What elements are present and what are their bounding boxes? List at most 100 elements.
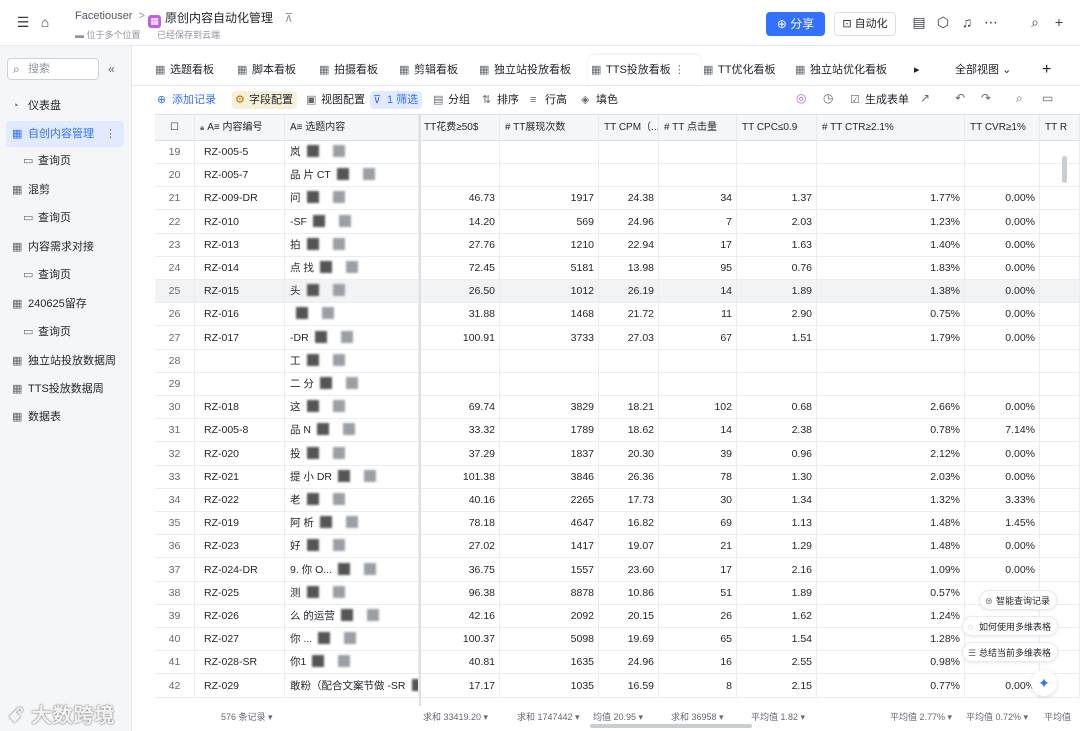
table-row[interactable]: 25 RZ-015 头 26.50 1012 26.19 14 1.89 1.38% 0.00% <box>155 280 1080 304</box>
row-index[interactable]: 41 <box>155 651 195 675</box>
metric-cell-ctr[interactable]: 2.66% <box>817 396 965 420</box>
metric-cell-cpm[interactable]: 22.94 <box>599 233 659 257</box>
metric-cell-cpm[interactable]: 24.96 <box>599 210 659 234</box>
metric-cell-overflow[interactable] <box>1040 303 1080 327</box>
content-id-cell[interactable]: RZ-029 <box>195 674 285 698</box>
comment-icon[interactable]: ▭ <box>1042 91 1053 105</box>
topic-content-cell[interactable]: 么 的运营 <box>285 605 419 628</box>
footer-sum-impressions[interactable]: 求和 1747442 ▾ <box>517 710 580 723</box>
metric-cell-spend[interactable]: 100.37 <box>419 628 500 652</box>
metric-cell-overflow[interactable] <box>1040 164 1080 188</box>
content-id-cell[interactable]: RZ-026 <box>195 605 285 628</box>
column-header[interactable]: TT R <box>1040 115 1080 141</box>
sidebar-search-input[interactable]: ⌕ 搜索 <box>7 58 99 80</box>
sidebar-item[interactable]: ▦ TTS投放数据周 <box>6 376 124 402</box>
metric-cell-cpc[interactable]: 0.96 <box>737 442 817 466</box>
metric-cell-spend[interactable] <box>419 373 500 396</box>
metric-cell-cvr[interactable]: 0.00% <box>965 187 1040 211</box>
metric-cell-cpc[interactable] <box>737 349 817 373</box>
metric-cell-ctr[interactable]: 1.79% <box>817 326 965 350</box>
metric-cell-impr[interactable]: 2265 <box>500 489 599 512</box>
metric-cell-cvr[interactable]: 0.00% <box>965 442 1040 466</box>
metric-cell-impr[interactable]: 3733 <box>500 326 599 350</box>
metric-cell-overflow[interactable] <box>1040 489 1080 512</box>
table-row[interactable]: 42 RZ-029 敢粉（配合文案节做 -SR 17.17 1035 16.59 8 2.15… <box>155 674 1080 698</box>
metric-cell-cvr[interactable]: 0.00% <box>965 558 1040 582</box>
topic-content-cell[interactable]: 9. 你 O... <box>285 558 419 582</box>
find-icon[interactable]: ⌕ <box>1016 91 1023 106</box>
row-index[interactable]: 22 <box>155 210 195 234</box>
metric-cell-clicks[interactable]: 30 <box>659 489 737 512</box>
metric-cell-spend[interactable] <box>419 141 500 164</box>
ai-sparkle-button[interactable]: ✦ <box>1031 670 1057 696</box>
metric-cell-cpm[interactable] <box>599 349 659 373</box>
metric-cell-spend[interactable]: 36.75 <box>419 558 500 582</box>
collapse-sidebar-icon[interactable]: « <box>108 62 115 76</box>
metric-cell-cvr[interactable]: 0.00% <box>965 396 1040 420</box>
metric-cell-cpc[interactable]: 1.29 <box>737 535 817 559</box>
metric-cell-cpc[interactable]: 1.13 <box>737 512 817 536</box>
metric-cell-clicks[interactable]: 102 <box>659 396 737 420</box>
history-icon[interactable]: ◷ <box>823 91 833 105</box>
metric-cell-cpm[interactable] <box>599 164 659 188</box>
topic-content-cell[interactable]: 品 片 CT <box>285 164 419 188</box>
metric-cell-overflow[interactable] <box>1040 210 1080 234</box>
row-index[interactable]: 32 <box>155 442 195 466</box>
metric-cell-ctr[interactable]: 0.77% <box>817 674 965 698</box>
column-header[interactable]: A≡ 选题内容 <box>285 115 419 141</box>
metric-cell-spend[interactable]: 26.50 <box>419 280 500 304</box>
metric-cell-overflow[interactable] <box>1040 233 1080 257</box>
row-index[interactable]: 31 <box>155 419 195 443</box>
share-button[interactable]: ⊕ 分享 <box>766 12 825 36</box>
metric-cell-clicks[interactable]: 14 <box>659 419 737 443</box>
column-header[interactable]: TT CPM（... <box>599 115 659 141</box>
metric-cell-clicks[interactable] <box>659 349 737 373</box>
metric-cell-spend[interactable]: 96.38 <box>419 581 500 605</box>
metric-cell-spend[interactable]: 27.02 <box>419 535 500 559</box>
field-config-button[interactable]: ⚙ 字段配置 <box>232 91 297 109</box>
metric-cell-clicks[interactable] <box>659 164 737 188</box>
content-id-cell[interactable]: RZ-005-8 <box>195 419 285 443</box>
metric-cell-ctr[interactable]: 1.09% <box>817 558 965 582</box>
tab-more-icon[interactable]: ⋮ <box>671 64 685 76</box>
metric-cell-impr[interactable]: 1035 <box>500 674 599 698</box>
metric-cell-impr[interactable]: 8878 <box>500 581 599 605</box>
column-header[interactable]: # TT CTR≥2.1% <box>817 115 965 141</box>
topic-content-cell[interactable]: 工 <box>285 349 419 373</box>
view-config-button[interactable]: ▣ 视图配置 <box>306 91 365 109</box>
sidebar-item[interactable]: ▭ 查询页 <box>6 262 124 288</box>
footer-sum-clicks[interactable]: 求和 36958 ▾ <box>671 710 724 723</box>
content-id-cell[interactable]: RZ-017 <box>195 326 285 350</box>
metric-cell-cpm[interactable]: 13.98 <box>599 257 659 280</box>
select-all-checkbox[interactable]: ☐ <box>155 115 195 141</box>
metric-cell-clicks[interactable]: 67 <box>659 326 737 350</box>
table-row[interactable]: 26 RZ-016 31.88 1468 21.72 11 2.90 0.75% 0.00% <box>155 303 1080 327</box>
metric-cell-clicks[interactable]: 17 <box>659 233 737 257</box>
metric-cell-cpc[interactable]: 1.51 <box>737 326 817 350</box>
metric-cell-ctr[interactable]: 2.03% <box>817 465 965 489</box>
topic-content-cell[interactable]: 测 <box>285 581 419 605</box>
metric-cell-overflow[interactable] <box>1040 141 1080 164</box>
automation-button[interactable]: ⊡ 自动化 <box>834 12 896 36</box>
add-record-button[interactable]: ⊕ 添加记录 <box>157 91 216 109</box>
metric-cell-impr[interactable]: 4647 <box>500 512 599 536</box>
metric-cell-ctr[interactable]: 1.83% <box>817 257 965 280</box>
metric-cell-overflow[interactable] <box>1040 535 1080 559</box>
topic-content-cell[interactable]: 二 分 <box>285 373 419 396</box>
metric-cell-spend[interactable]: 100.91 <box>419 326 500 350</box>
metric-cell-clicks[interactable]: 95 <box>659 257 737 280</box>
metric-cell-ctr[interactable]: 0.57% <box>817 581 965 605</box>
table-row[interactable]: 21 RZ-009-DR 问 46.73 1917 24.38 34 1.37 1.77% 0.0… <box>155 187 1080 211</box>
metric-cell-cpm[interactable]: 19.07 <box>599 535 659 559</box>
metric-cell-cpm[interactable]: 19.69 <box>599 628 659 652</box>
metric-cell-ctr[interactable]: 1.48% <box>817 535 965 559</box>
table-row[interactable]: 31 RZ-005-8 品 N 33.32 1789 18.62 14 2.38 0.78% 7.… <box>155 419 1080 443</box>
sidebar-item[interactable]: ▦ 自创内容管理 ⋮ <box>6 121 124 147</box>
metric-cell-impr[interactable] <box>500 141 599 164</box>
metric-cell-impr[interactable]: 5098 <box>500 628 599 652</box>
content-id-cell[interactable]: RZ-021 <box>195 465 285 489</box>
row-index[interactable]: 37 <box>155 558 195 582</box>
metric-cell-impr[interactable] <box>500 373 599 396</box>
topic-content-cell[interactable]: 头 <box>285 280 419 304</box>
metric-cell-ctr[interactable]: 0.75% <box>817 303 965 327</box>
